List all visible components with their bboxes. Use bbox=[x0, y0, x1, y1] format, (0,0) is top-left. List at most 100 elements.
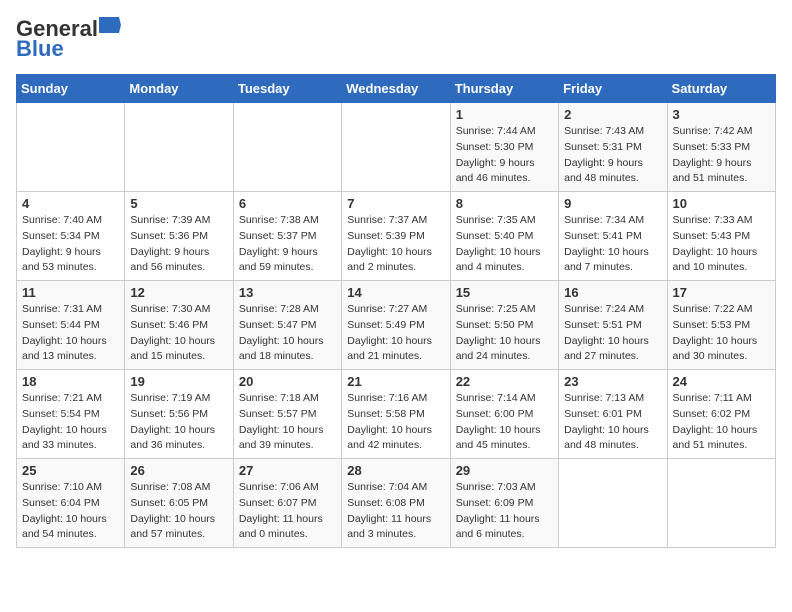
calendar-week-row: 4Sunrise: 7:40 AM Sunset: 5:34 PM Daylig… bbox=[17, 192, 776, 281]
day-number: 11 bbox=[22, 285, 119, 300]
calendar-cell: 17 Sunrise: 7:22 AM Sunset: 5:53 PM Dayli… bbox=[667, 281, 775, 370]
day-info: Sunrise: 7:04 AM Sunset: 6:08 PM Dayligh… bbox=[347, 480, 444, 543]
day-number: 20 bbox=[239, 374, 336, 389]
day-number: 14 bbox=[347, 285, 444, 300]
calendar-cell: 10 Sunrise: 7:33 AM Sunset: 5:43 PM Dayli… bbox=[667, 192, 775, 281]
calendar-cell: 14 Sunrise: 7:27 AM Sunset: 5:49 PM Dayli… bbox=[342, 281, 450, 370]
day-number: 24 bbox=[673, 374, 770, 389]
day-info: Sunrise: 7:06 AM Sunset: 6:07 PM Dayligh… bbox=[239, 480, 336, 543]
day-info: Sunrise: 7:13 AM Sunset: 6:01 PM Dayligh… bbox=[564, 391, 661, 454]
calendar-cell: 24 Sunrise: 7:11 AM Sunset: 6:02 PM Dayli… bbox=[667, 370, 775, 459]
calendar-cell bbox=[125, 103, 233, 192]
calendar-cell bbox=[667, 459, 775, 548]
day-number: 15 bbox=[456, 285, 553, 300]
day-number: 3 bbox=[673, 107, 770, 122]
calendar-week-row: 18Sunrise: 7:21 AM Sunset: 5:54 PM Dayli… bbox=[17, 370, 776, 459]
calendar-cell: 5 Sunrise: 7:39 AM Sunset: 5:36 PM Daylig… bbox=[125, 192, 233, 281]
day-info: Sunrise: 7:08 AM Sunset: 6:05 PM Dayligh… bbox=[130, 480, 227, 543]
calendar-cell: 3 Sunrise: 7:42 AM Sunset: 5:33 PM Daylig… bbox=[667, 103, 775, 192]
calendar-cell: 21 Sunrise: 7:16 AM Sunset: 5:58 PM Dayli… bbox=[342, 370, 450, 459]
col-header-monday: Monday bbox=[125, 75, 233, 103]
calendar-week-row: 1Sunrise: 7:44 AM Sunset: 5:30 PM Daylig… bbox=[17, 103, 776, 192]
day-info: Sunrise: 7:28 AM Sunset: 5:47 PM Dayligh… bbox=[239, 302, 336, 365]
calendar-cell: 16Sunrise: 7:24 AM Sunset: 5:51 PM Dayli… bbox=[559, 281, 667, 370]
calendar-week-row: 25 Sunrise: 7:10 AM Sunset: 6:04 PM Dayli… bbox=[17, 459, 776, 548]
day-number: 8 bbox=[456, 196, 553, 211]
day-info: Sunrise: 7:43 AM Sunset: 5:31 PM Dayligh… bbox=[564, 124, 661, 187]
day-info: Sunrise: 7:35 AM Sunset: 5:40 PM Dayligh… bbox=[456, 213, 553, 276]
day-number: 12 bbox=[130, 285, 227, 300]
col-header-thursday: Thursday bbox=[450, 75, 558, 103]
day-info: Sunrise: 7:31 AM Sunset: 5:44 PM Dayligh… bbox=[22, 302, 119, 365]
day-number: 28 bbox=[347, 463, 444, 478]
day-info: Sunrise: 7:30 AM Sunset: 5:46 PM Dayligh… bbox=[130, 302, 227, 365]
calendar-week-row: 11 Sunrise: 7:31 AM Sunset: 5:44 PM Dayli… bbox=[17, 281, 776, 370]
day-number: 2 bbox=[564, 107, 661, 122]
calendar-cell: 9 Sunrise: 7:34 AM Sunset: 5:41 PM Daylig… bbox=[559, 192, 667, 281]
day-info: Sunrise: 7:10 AM Sunset: 6:04 PM Dayligh… bbox=[22, 480, 119, 543]
day-info: Sunrise: 7:16 AM Sunset: 5:58 PM Dayligh… bbox=[347, 391, 444, 454]
day-number: 29 bbox=[456, 463, 553, 478]
logo-flag-icon bbox=[99, 17, 121, 33]
day-info: Sunrise: 7:42 AM Sunset: 5:33 PM Dayligh… bbox=[673, 124, 770, 187]
col-header-friday: Friday bbox=[559, 75, 667, 103]
calendar-cell: 26 Sunrise: 7:08 AM Sunset: 6:05 PM Dayli… bbox=[125, 459, 233, 548]
col-header-saturday: Saturday bbox=[667, 75, 775, 103]
calendar-cell: 1Sunrise: 7:44 AM Sunset: 5:30 PM Daylig… bbox=[450, 103, 558, 192]
day-number: 25 bbox=[22, 463, 119, 478]
day-info: Sunrise: 7:40 AM Sunset: 5:34 PM Dayligh… bbox=[22, 213, 119, 276]
calendar-cell: 12 Sunrise: 7:30 AM Sunset: 5:46 PM Dayli… bbox=[125, 281, 233, 370]
day-info: Sunrise: 7:27 AM Sunset: 5:49 PM Dayligh… bbox=[347, 302, 444, 365]
col-header-wednesday: Wednesday bbox=[342, 75, 450, 103]
calendar-table: SundayMondayTuesdayWednesdayThursdayFrid… bbox=[16, 74, 776, 548]
day-info: Sunrise: 7:37 AM Sunset: 5:39 PM Dayligh… bbox=[347, 213, 444, 276]
day-number: 26 bbox=[130, 463, 227, 478]
day-number: 10 bbox=[673, 196, 770, 211]
calendar-cell: 22Sunrise: 7:14 AM Sunset: 6:00 PM Dayli… bbox=[450, 370, 558, 459]
day-info: Sunrise: 7:33 AM Sunset: 5:43 PM Dayligh… bbox=[673, 213, 770, 276]
day-info: Sunrise: 7:11 AM Sunset: 6:02 PM Dayligh… bbox=[673, 391, 770, 454]
calendar-cell: 11 Sunrise: 7:31 AM Sunset: 5:44 PM Dayli… bbox=[17, 281, 125, 370]
calendar-cell bbox=[342, 103, 450, 192]
day-info: Sunrise: 7:25 AM Sunset: 5:50 PM Dayligh… bbox=[456, 302, 553, 365]
day-info: Sunrise: 7:44 AM Sunset: 5:30 PM Dayligh… bbox=[456, 124, 553, 187]
day-info: Sunrise: 7:18 AM Sunset: 5:57 PM Dayligh… bbox=[239, 391, 336, 454]
calendar-cell: 19Sunrise: 7:19 AM Sunset: 5:56 PM Dayli… bbox=[125, 370, 233, 459]
day-number: 5 bbox=[130, 196, 227, 211]
calendar-cell: 18Sunrise: 7:21 AM Sunset: 5:54 PM Dayli… bbox=[17, 370, 125, 459]
calendar-cell: 29Sunrise: 7:03 AM Sunset: 6:09 PM Dayli… bbox=[450, 459, 558, 548]
day-info: Sunrise: 7:14 AM Sunset: 6:00 PM Dayligh… bbox=[456, 391, 553, 454]
day-info: Sunrise: 7:38 AM Sunset: 5:37 PM Dayligh… bbox=[239, 213, 336, 276]
calendar-cell bbox=[559, 459, 667, 548]
calendar-cell: 15 Sunrise: 7:25 AM Sunset: 5:50 PM Dayli… bbox=[450, 281, 558, 370]
day-number: 6 bbox=[239, 196, 336, 211]
day-info: Sunrise: 7:22 AM Sunset: 5:53 PM Dayligh… bbox=[673, 302, 770, 365]
day-info: Sunrise: 7:34 AM Sunset: 5:41 PM Dayligh… bbox=[564, 213, 661, 276]
calendar-cell bbox=[233, 103, 341, 192]
day-number: 9 bbox=[564, 196, 661, 211]
calendar-body: 1Sunrise: 7:44 AM Sunset: 5:30 PM Daylig… bbox=[17, 103, 776, 548]
calendar-cell: 27 Sunrise: 7:06 AM Sunset: 6:07 PM Dayli… bbox=[233, 459, 341, 548]
calendar-cell: 7 Sunrise: 7:37 AM Sunset: 5:39 PM Daylig… bbox=[342, 192, 450, 281]
calendar-header-row: SundayMondayTuesdayWednesdayThursdayFrid… bbox=[17, 75, 776, 103]
logo: General Blue bbox=[16, 16, 121, 62]
day-number: 7 bbox=[347, 196, 444, 211]
day-number: 23 bbox=[564, 374, 661, 389]
page-header: General Blue bbox=[16, 16, 776, 62]
calendar-cell: 6 Sunrise: 7:38 AM Sunset: 5:37 PM Daylig… bbox=[233, 192, 341, 281]
day-number: 21 bbox=[347, 374, 444, 389]
day-number: 18 bbox=[22, 374, 119, 389]
calendar-cell: 13 Sunrise: 7:28 AM Sunset: 5:47 PM Dayli… bbox=[233, 281, 341, 370]
day-info: Sunrise: 7:39 AM Sunset: 5:36 PM Dayligh… bbox=[130, 213, 227, 276]
day-info: Sunrise: 7:19 AM Sunset: 5:56 PM Dayligh… bbox=[130, 391, 227, 454]
calendar-cell: 8 Sunrise: 7:35 AM Sunset: 5:40 PM Daylig… bbox=[450, 192, 558, 281]
day-number: 27 bbox=[239, 463, 336, 478]
day-number: 17 bbox=[673, 285, 770, 300]
day-number: 16 bbox=[564, 285, 661, 300]
day-number: 13 bbox=[239, 285, 336, 300]
calendar-cell: 23 Sunrise: 7:13 AM Sunset: 6:01 PM Dayli… bbox=[559, 370, 667, 459]
col-header-tuesday: Tuesday bbox=[233, 75, 341, 103]
calendar-cell: 4Sunrise: 7:40 AM Sunset: 5:34 PM Daylig… bbox=[17, 192, 125, 281]
calendar-cell: 2 Sunrise: 7:43 AM Sunset: 5:31 PM Daylig… bbox=[559, 103, 667, 192]
logo-blue: Blue bbox=[16, 36, 64, 62]
